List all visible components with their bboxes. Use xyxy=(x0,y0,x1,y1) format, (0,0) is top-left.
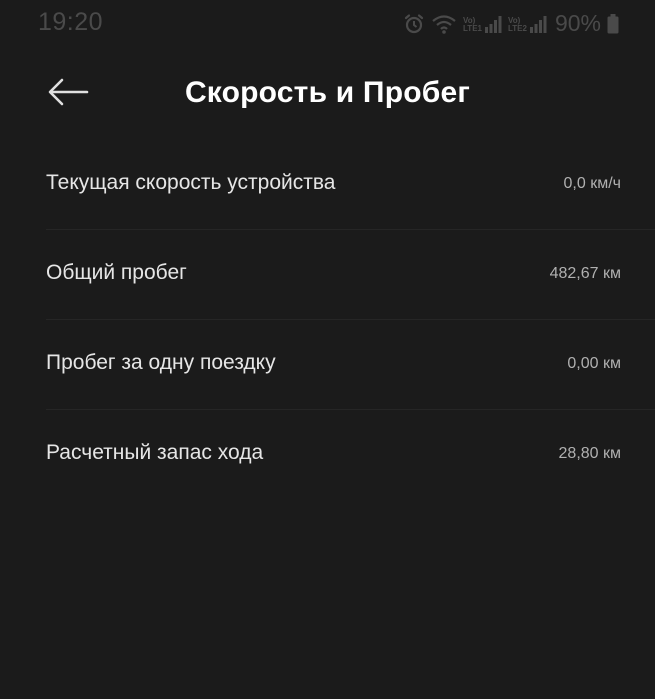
battery-icon xyxy=(607,13,619,34)
list-item-estimated-range: Расчетный запас хода 28,80 км xyxy=(46,410,655,499)
row-label: Пробег за одну поездку xyxy=(46,351,276,374)
list-item-current-speed: Текущая скорость устройства 0,0 км/ч xyxy=(46,140,655,230)
status-time: 19:20 xyxy=(38,8,104,36)
row-value: 0,00 км xyxy=(567,355,621,372)
list-item-trip-mileage: Пробег за одну поездку 0,00 км xyxy=(46,320,655,410)
row-label: Текущая скорость устройства xyxy=(46,171,336,194)
sim1-signal: Vo) LTE1 xyxy=(463,15,502,33)
status-icons: Vo) LTE1 Vo) LTE2 90% xyxy=(403,10,619,37)
signal-icon xyxy=(529,15,547,33)
status-bar: 19:20 Vo) LTE1 Vo) LTE2 90% xyxy=(0,0,655,50)
row-label: Расчетный запас хода xyxy=(46,441,264,464)
row-value: 482,67 км xyxy=(549,265,621,282)
stats-list: Текущая скорость устройства 0,0 км/ч Общ… xyxy=(0,140,655,499)
list-item-total-mileage: Общий пробег 482,67 км xyxy=(46,230,655,320)
row-value: 28,80 км xyxy=(558,445,621,462)
app-header: Скорость и Пробег xyxy=(0,60,655,130)
alarm-icon xyxy=(403,13,425,35)
sim2-lte-label: LTE2 xyxy=(507,23,527,33)
sim1-lte-label: LTE1 xyxy=(463,23,482,33)
wifi-icon xyxy=(431,13,457,35)
sim2-signal: Vo) LTE2 xyxy=(508,15,547,33)
signal-icon xyxy=(484,15,502,33)
battery-percent: 90% xyxy=(554,10,601,36)
page-title: Скорость и Пробег xyxy=(184,76,471,109)
row-label: Общий пробег xyxy=(46,261,187,284)
row-value: 0,0 км/ч xyxy=(563,175,621,192)
